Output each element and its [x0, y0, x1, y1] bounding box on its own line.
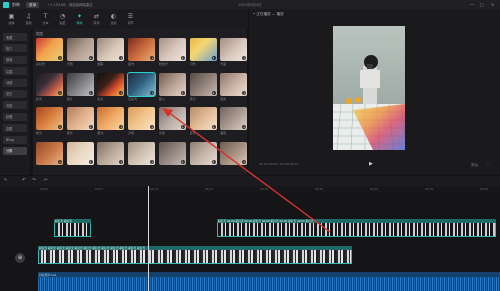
annotation-arrow-icon — [162, 108, 331, 233]
